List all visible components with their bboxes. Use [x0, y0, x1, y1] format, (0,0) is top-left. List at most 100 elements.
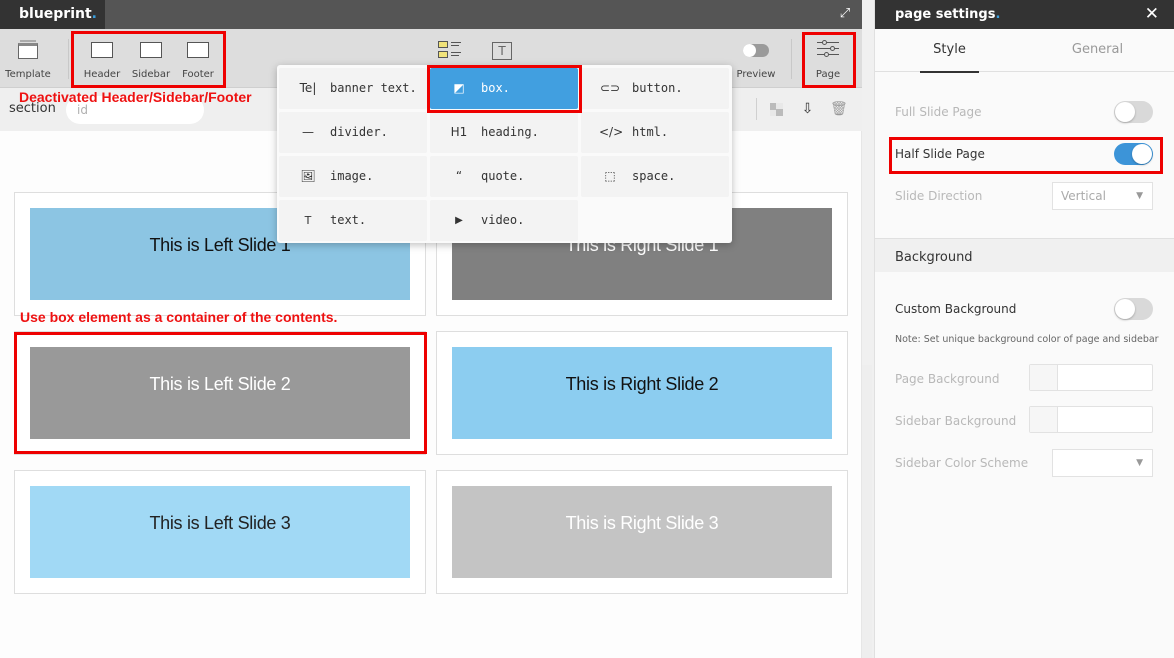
button-icon: ⊂⊃	[599, 81, 621, 95]
template-icon	[18, 40, 38, 59]
element-heading[interactable]: H1 heading.	[430, 112, 578, 153]
template-label: Template	[5, 69, 51, 80]
slide-box[interactable]: This is Right Slide 2	[452, 347, 832, 439]
video-icon: ▶	[455, 215, 463, 226]
heading-icon: H1	[450, 125, 468, 139]
editor-area: blueprint. ⤢ Template Header Sidebar Foo…	[0, 0, 872, 658]
element-image[interactable]: 🖼 image.	[279, 156, 427, 197]
element-label: html.	[632, 125, 669, 139]
download-icon[interactable]: ⇩	[799, 100, 816, 118]
sidebar-background-color-field[interactable]	[1029, 406, 1153, 433]
slide-cell-right-3[interactable]: This is Right Slide 3	[436, 470, 848, 594]
add-element-popup: Te| banner text. ◩ box. ⊂⊃ button. — div…	[277, 65, 732, 243]
top-bar: blueprint. ⤢	[0, 0, 862, 29]
sidebar-color-scheme-label: Sidebar Color Scheme	[895, 456, 1029, 470]
section-bar-divider	[756, 98, 757, 120]
element-label: box.	[481, 81, 510, 95]
element-label: video.	[481, 213, 525, 227]
element-divider[interactable]: — divider.	[279, 112, 427, 153]
tab-style[interactable]: Style	[920, 29, 979, 73]
panel-tabs: Style General	[875, 29, 1174, 73]
full-slide-page-label: Full Slide Page	[895, 105, 982, 119]
element-banner-text[interactable]: Te| banner text.	[279, 68, 427, 109]
page-settings-panel: page settings. ✕ Style General Full Slid…	[874, 0, 1174, 658]
expand-icon[interactable]: ⤢	[837, 6, 853, 22]
element-video[interactable]: ▶ video.	[430, 200, 578, 241]
header-label: Header	[83, 69, 121, 80]
background-section-header: Background	[875, 238, 1174, 272]
brand-name: blueprint	[19, 6, 92, 22]
full-slide-page-toggle[interactable]	[1114, 101, 1153, 123]
sliders-icon	[817, 40, 839, 58]
half-slide-page-toggle[interactable]	[1114, 143, 1153, 165]
text-tool-icon[interactable]: T	[492, 42, 512, 60]
slide-cell-left-2[interactable]: This is Left Slide 2	[14, 331, 426, 455]
color-swatch[interactable]	[1030, 407, 1058, 432]
box-icon: ◩	[453, 81, 465, 95]
divider-icon: —	[302, 125, 314, 139]
box-style-icon[interactable]	[770, 103, 783, 116]
custom-background-toggle[interactable]	[1114, 298, 1153, 320]
slide-box[interactable]: This is Left Slide 3	[30, 486, 410, 578]
brand-dot: .	[91, 6, 97, 22]
preview-label: Preview	[736, 69, 776, 80]
slide-cell-left-3[interactable]: This is Left Slide 3	[14, 470, 426, 594]
custom-background-label: Custom Background	[895, 302, 1017, 316]
footer-label: Footer	[182, 69, 214, 80]
slide-box[interactable]: This is Left Slide 2	[30, 347, 410, 439]
element-label: text.	[330, 213, 367, 227]
half-slide-page-label: Half Slide Page	[895, 147, 985, 161]
footer-toggle-button[interactable]: Footer	[176, 29, 220, 88]
html-icon: </>	[599, 125, 624, 139]
preview-toggle[interactable]	[743, 44, 769, 57]
preview-button[interactable]: Preview	[732, 29, 780, 88]
chevron-down-icon: ▼	[1136, 458, 1143, 468]
element-button[interactable]: ⊂⊃ button.	[581, 68, 729, 109]
page-background-color-field[interactable]	[1029, 364, 1153, 391]
page-label: Page	[815, 69, 841, 80]
canvas-scrollbar[interactable]	[862, 365, 872, 658]
sidebar-color-scheme-select[interactable]: ▼	[1052, 449, 1153, 477]
element-text[interactable]: T text.	[279, 200, 427, 241]
element-box[interactable]: ◩ box.	[430, 68, 578, 109]
color-swatch[interactable]	[1030, 365, 1058, 390]
slide-direction-select[interactable]: Vertical ▼	[1052, 182, 1153, 210]
toolbar-divider	[791, 39, 792, 79]
layout-elements-icon[interactable]	[438, 40, 462, 60]
panel-header: page settings. ✕	[875, 0, 1174, 29]
space-icon: ⬚	[604, 169, 616, 183]
page-settings-button[interactable]: Page	[806, 29, 850, 88]
element-label: button.	[632, 81, 683, 95]
page-background-label: Page Background	[895, 372, 1000, 386]
element-label: banner text.	[330, 81, 417, 95]
element-label: heading.	[481, 125, 539, 139]
sidebar-label: Sidebar	[131, 69, 171, 80]
slide-direction-value: Vertical	[1061, 189, 1106, 203]
header-toggle-button[interactable]: Header	[80, 29, 124, 88]
close-icon[interactable]: ✕	[1145, 4, 1159, 24]
tab-general[interactable]: General	[1055, 29, 1140, 72]
template-button[interactable]: Template	[0, 29, 56, 88]
slide-direction-label: Slide Direction	[895, 189, 983, 203]
image-icon: 🖼	[300, 169, 316, 183]
element-html[interactable]: </> html.	[581, 112, 729, 153]
sidebar-toggle-button[interactable]: Sidebar	[128, 29, 174, 88]
element-quote[interactable]: “ quote.	[430, 156, 578, 197]
annotation-deactivated: Deactivated Header/Sidebar/Footer	[19, 89, 252, 105]
sidebar-icon	[140, 42, 162, 58]
brand-tab[interactable]: blueprint.	[0, 0, 105, 29]
element-label: space.	[632, 169, 676, 183]
element-space[interactable]: ⬚ space.	[581, 156, 729, 197]
quote-icon: “	[455, 169, 463, 183]
slide-box[interactable]: This is Right Slide 3	[452, 486, 832, 578]
element-label: divider.	[330, 125, 388, 139]
toolbar-divider	[68, 39, 69, 79]
background-note: Note: Set unique background color of pag…	[895, 334, 1159, 345]
panel-title: page settings.	[895, 7, 1001, 22]
trash-icon[interactable]: 🗑	[830, 100, 848, 118]
annotation-box-container: Use box element as a container of the co…	[20, 309, 338, 325]
footer-icon	[187, 42, 209, 58]
header-icon	[91, 42, 113, 58]
sidebar-background-label: Sidebar Background	[895, 414, 1017, 428]
slide-cell-right-2[interactable]: This is Right Slide 2	[436, 331, 848, 455]
